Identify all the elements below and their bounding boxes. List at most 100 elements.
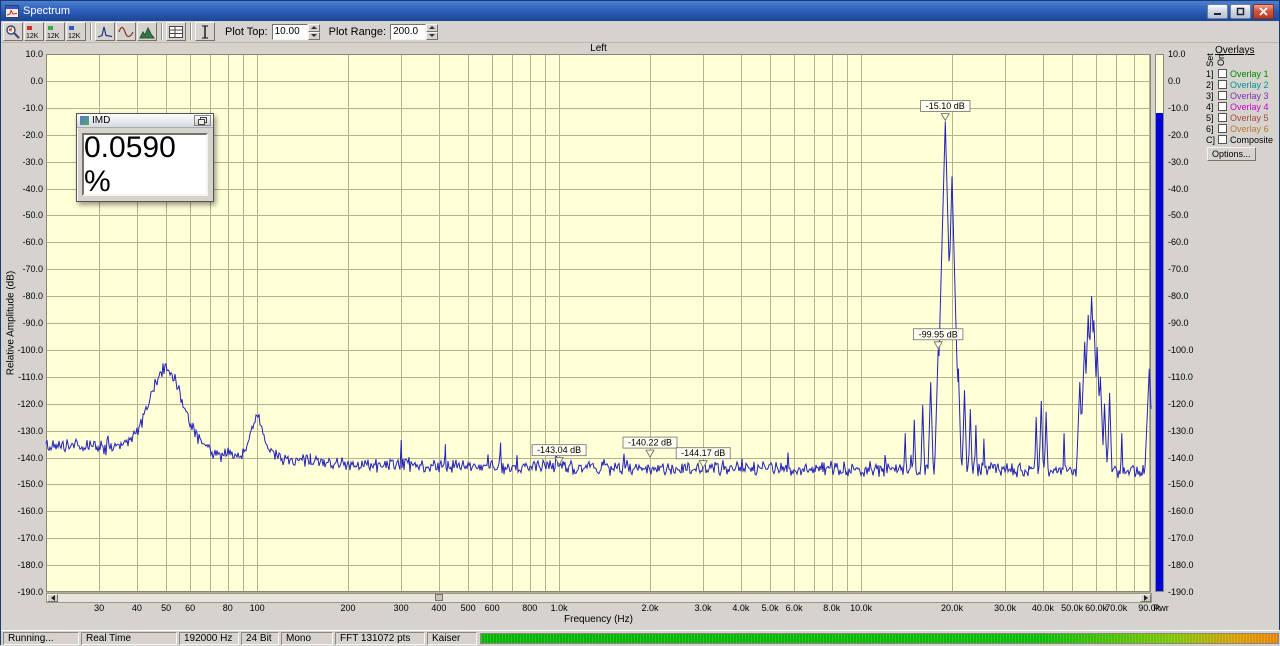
restore-icon [198,117,207,125]
y-tick-label: -180.0 [1168,560,1208,570]
spin-down-icon[interactable] [308,32,320,40]
y-tick-label: -180.0 [3,560,43,570]
imd-restore-button[interactable] [194,115,211,126]
overlay-on-checkbox[interactable] [1218,80,1227,89]
arrow-left-icon [51,595,55,601]
spin-up-icon[interactable] [426,24,438,32]
svg-text:12K: 12K [26,33,39,40]
plot-top-label: Plot Top: [225,26,268,38]
marker-label: -15.10 dB [926,101,965,111]
smoothed-spectrum-button[interactable] [116,22,136,41]
y-tick-label: -10.0 [1168,103,1208,113]
y-tick-label: 0.0 [1168,76,1208,86]
scrollbar-thumb[interactable] [435,594,443,601]
overlays-panel: Overlays Set On 1]Overlay 12]Overlay 23]… [1205,42,1280,630]
close-button[interactable] [1253,4,1274,19]
y-tick-label: -140.0 [1168,453,1208,463]
overlay-row: C]Composite [1206,134,1273,145]
power-bar [1155,54,1164,592]
y-tick-label: 10.0 [1168,49,1208,59]
y-tick-label: -170.0 [1168,533,1208,543]
display-12k-green-button[interactable]: 12K [45,22,65,41]
overlays-on-column-header: On [1216,54,1226,66]
overlays-options-button[interactable]: Options... [1207,147,1256,161]
imd-titlebar[interactable]: IMD [77,114,213,128]
y-tick-label: -190.0 [1168,587,1208,597]
y-tick-label: -30.0 [1168,157,1208,167]
window-controls [1207,4,1275,19]
zoom-button[interactable] [3,22,23,41]
display-12k-blue-button[interactable]: 12K [66,22,86,41]
status-segment: FFT 131072 pts [335,632,425,645]
svg-text:12K: 12K [47,33,60,40]
data-table-button[interactable] [166,22,186,41]
x-tick-label: 90.0k [1127,603,1171,613]
display-12k-red-button[interactable]: 12K [24,22,44,41]
overlay-label: Composite [1230,135,1273,145]
plot-top-spinner[interactable] [308,24,320,40]
y-tick-label: -150.0 [1168,479,1208,489]
overlay-label: Overlay 6 [1230,124,1269,134]
overlay-on-checkbox[interactable] [1218,102,1227,111]
scroll-right-button[interactable] [1140,594,1151,602]
status-segment: Mono [281,632,333,645]
x-tick-label: 10.0k [839,603,883,613]
plot-range-input[interactable] [390,24,426,40]
imd-window[interactable]: IMD 0.0590 % [76,113,214,202]
overlay-label: Overlay 5 [1230,113,1269,123]
y-tick-label: -50.0 [3,210,43,220]
y-tick-label: -80.0 [3,291,43,301]
overlay-on-checkbox[interactable] [1218,113,1227,122]
minimize-button[interactable] [1207,4,1228,19]
spectrum-window: Spectrum 12K 12K 12K Plot Top: Plot Range:… [0,0,1280,645]
y-tick-label: -120.0 [3,399,43,409]
y-tick-label: -170.0 [3,533,43,543]
y-tick-label: -60.0 [1168,237,1208,247]
y-tick-label: -160.0 [1168,506,1208,516]
window-titlebar[interactable]: Spectrum [1,1,1279,21]
y-tick-label: -150.0 [3,479,43,489]
y-tick-label: -10.0 [3,103,43,113]
overlay-row: 1]Overlay 1 [1206,68,1273,79]
imd-title: IMD [92,115,110,126]
status-segment: Kaiser [427,632,477,645]
marker-button[interactable] [195,22,215,41]
y-tick-label: -20.0 [3,130,43,140]
y-tick-label: -40.0 [3,184,43,194]
overlay-on-checkbox[interactable] [1218,69,1227,78]
overlay-on-checkbox[interactable] [1218,91,1227,100]
spin-down-icon[interactable] [426,32,438,40]
plot-top-input[interactable] [272,24,308,40]
peak-spectrum-button[interactable] [95,22,115,41]
plot-scrollbar[interactable] [46,593,1152,603]
overlay-label: Overlay 4 [1230,102,1269,112]
y-tick-label: -40.0 [1168,184,1208,194]
plot-range-spinner[interactable] [426,24,438,40]
y-tick-label: 10.0 [3,49,43,59]
filled-spectrum-button[interactable] [137,22,157,41]
overlay-row: 5] Overlay 5 [1206,112,1273,123]
y-tick-label: -70.0 [3,264,43,274]
x-tick-label: 1.0k [537,603,581,613]
toolbar: 12K 12K 12K Plot Top: Plot Range: [1,21,1279,43]
overlay-label: Overlay 3 [1230,91,1269,101]
imd-window-icon [80,116,89,125]
overlay-on-checkbox[interactable] [1218,135,1227,144]
plot-range-label: Plot Range: [329,26,386,38]
toolbar-separator [90,23,92,40]
svg-text:12K: 12K [68,33,81,40]
level-meter [480,633,1279,644]
status-segment: Real Time [81,632,177,645]
overlay-set-button[interactable]: 3] [1206,91,1218,101]
overlay-on-checkbox[interactable] [1218,124,1227,133]
x-tick-label: 2.0k [628,603,672,613]
overlay-label: Overlay 1 [1230,69,1269,79]
overlay-set-button[interactable]: 5] [1206,113,1218,123]
scrollbar-track[interactable] [58,594,1140,602]
y-tick-label: -20.0 [1168,130,1208,140]
maximize-button[interactable] [1230,4,1251,19]
imd-value: 0.0590 % [84,131,206,199]
overlay-row: 3] Overlay 3 [1206,90,1273,101]
spin-up-icon[interactable] [308,24,320,32]
scroll-left-button[interactable] [47,594,58,602]
